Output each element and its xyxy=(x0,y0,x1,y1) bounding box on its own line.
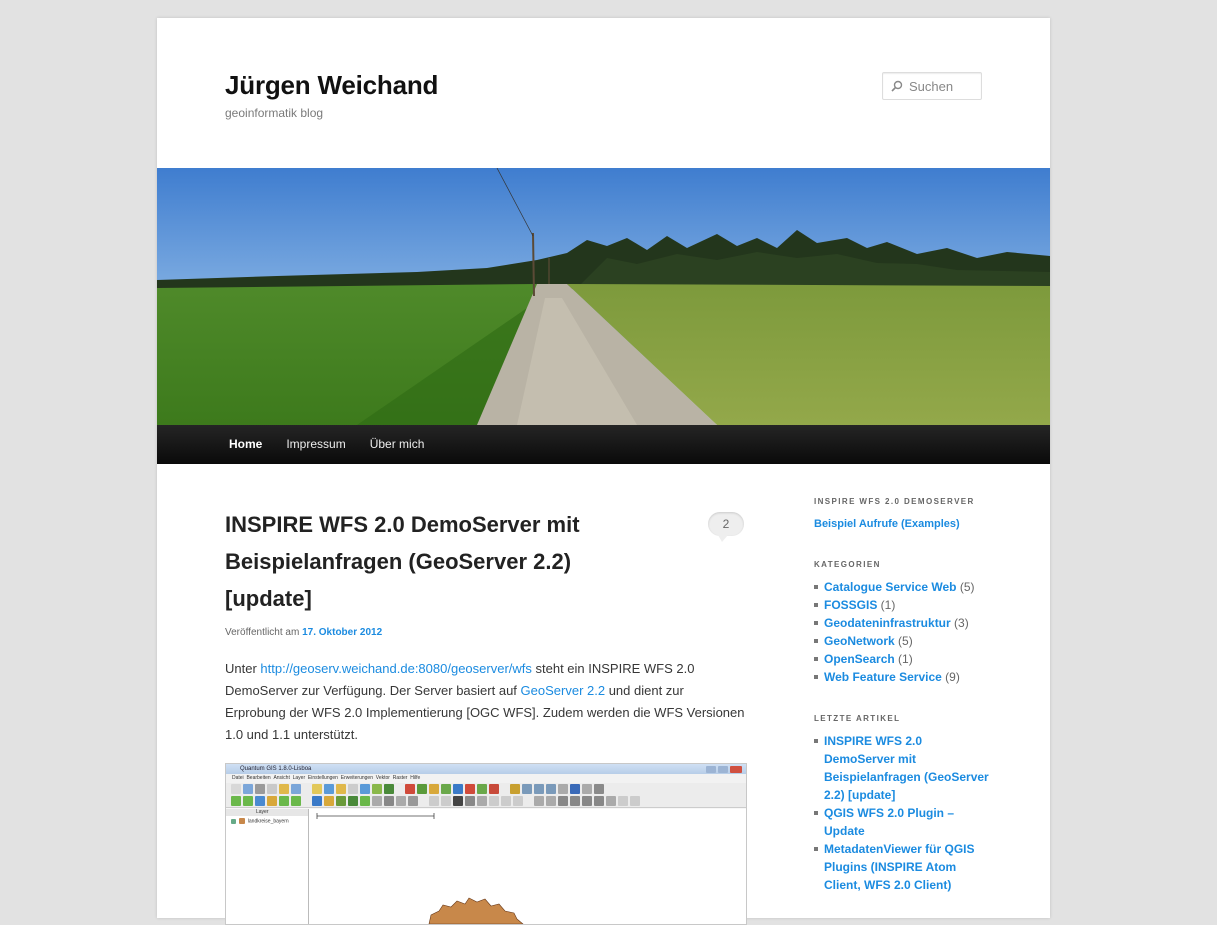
geoserver-link[interactable]: GeoServer 2.2 xyxy=(521,683,606,698)
qgis-screenshot[interactable]: Quantum GIS 1.8.0-Lisboa Datei Bearbeite… xyxy=(225,763,747,925)
recent-post-link[interactable]: MetadatenViewer für QGIS Plugins (INSPIR… xyxy=(824,842,975,892)
recent-post-link[interactable]: INSPIRE WFS 2.0 DemoServer mit Beispiela… xyxy=(824,734,989,802)
list-item: GeoNetwork (5) xyxy=(814,632,994,650)
site-title[interactable]: Jürgen Weichand xyxy=(225,70,438,101)
post-title[interactable]: INSPIRE WFS 2.0 DemoServer mit Beispiela… xyxy=(225,506,645,617)
wfs-url-link[interactable]: http://geoserv.weichand.de:8080/geoserve… xyxy=(260,661,531,676)
search-icon xyxy=(891,80,903,92)
category-link[interactable]: FOSSGIS xyxy=(824,598,877,612)
category-link[interactable]: OpenSearch xyxy=(824,652,895,666)
widget-categories: KATEGORIEN Catalogue Service Web (5) FOS… xyxy=(814,560,994,686)
list-item: MetadatenViewer für QGIS Plugins (INSPIR… xyxy=(814,840,994,894)
qgis-toolbar-2 xyxy=(226,795,746,808)
widget-recent-title: LETZTE ARTIKEL xyxy=(814,714,901,723)
categories-list: Catalogue Service Web (5) FOSSGIS (1) Ge… xyxy=(814,578,994,686)
qgis-map-canvas[interactable] xyxy=(309,809,746,924)
list-item: Catalogue Service Web (5) xyxy=(814,578,994,596)
list-item: OpenSearch (1) xyxy=(814,650,994,668)
category-link[interactable]: Web Feature Service xyxy=(824,670,942,684)
qgis-layer-panel: Layer landkreise_bayern xyxy=(226,809,309,924)
search-placeholder: Suchen xyxy=(909,78,954,94)
header-image xyxy=(157,168,1050,425)
post-body: Unter http://geoserv.weichand.de:8080/ge… xyxy=(225,658,745,746)
list-item: Geodateninfrastruktur (3) xyxy=(814,614,994,632)
nav-impressum[interactable]: Impressum xyxy=(274,425,357,464)
widget-demoserver: INSPIRE WFS 2.0 DEMOSERVER Beispiel Aufr… xyxy=(814,497,994,532)
comment-count-badge[interactable]: 2 xyxy=(708,512,744,542)
post-date-link[interactable]: 17. Oktober 2012 xyxy=(302,627,382,638)
category-link[interactable]: Catalogue Service Web xyxy=(824,580,957,594)
qgis-window-title: Quantum GIS 1.8.0-Lisboa xyxy=(240,766,312,772)
widget-recent-posts: LETZTE ARTIKEL INSPIRE WFS 2.0 DemoServe… xyxy=(814,714,994,894)
widget-categories-title: KATEGORIEN xyxy=(814,560,881,569)
sidebar: INSPIRE WFS 2.0 DEMOSERVER Beispiel Aufr… xyxy=(814,488,994,894)
recent-posts-list: INSPIRE WFS 2.0 DemoServer mit Beispiela… xyxy=(814,732,994,894)
post-text-1: Unter xyxy=(225,661,261,676)
qgis-layer-item[interactable]: landkreise_bayern xyxy=(226,816,308,826)
main-navigation: Home Impressum Über mich xyxy=(157,425,1050,464)
list-item: Web Feature Service (9) xyxy=(814,668,994,686)
qgis-layer-panel-header: Layer xyxy=(226,809,308,816)
list-item: QGIS WFS 2.0 Plugin – Update xyxy=(814,804,994,840)
page-container: Jürgen Weichand geoinformatik blog Suche… xyxy=(157,18,1050,925)
widget-demoserver-title: INSPIRE WFS 2.0 DEMOSERVER xyxy=(814,497,975,506)
examples-link[interactable]: Beispiel Aufrufe (Examples) xyxy=(814,518,960,530)
nav-ueber-mich[interactable]: Über mich xyxy=(358,425,437,464)
list-item: INSPIRE WFS 2.0 DemoServer mit Beispiela… xyxy=(814,732,994,804)
search-input[interactable]: Suchen xyxy=(882,72,982,100)
main-content: INSPIRE WFS 2.0 DemoServer mit Beispiela… xyxy=(225,488,747,925)
site-description: geoinformatik blog xyxy=(225,106,324,120)
post-meta: Veröffentlicht am 17. Oktober 2012 xyxy=(225,627,745,638)
qgis-window-controls xyxy=(705,765,743,775)
recent-post-link[interactable]: QGIS WFS 2.0 Plugin – Update xyxy=(824,806,954,838)
nav-home[interactable]: Home xyxy=(217,425,274,464)
post-meta-label: Veröffentlicht am xyxy=(225,627,300,638)
list-item: FOSSGIS (1) xyxy=(814,596,994,614)
category-link[interactable]: GeoNetwork xyxy=(824,634,895,648)
qgis-titlebar: Quantum GIS 1.8.0-Lisboa xyxy=(226,764,746,774)
category-link[interactable]: Geodateninfrastruktur xyxy=(824,616,951,630)
